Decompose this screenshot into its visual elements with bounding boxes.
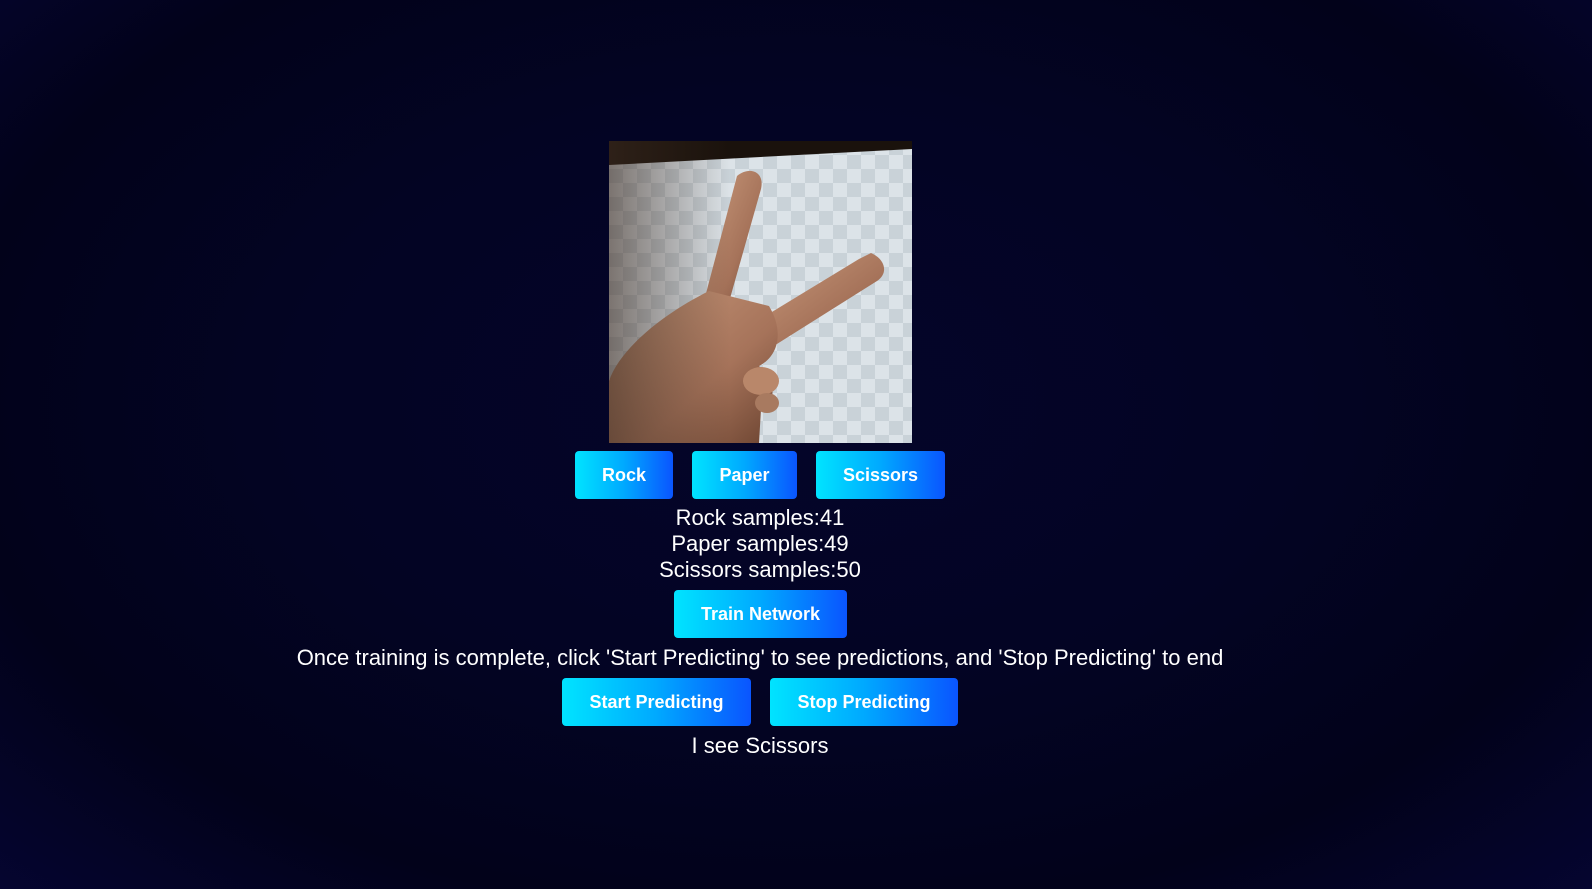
app-container: Rock Paper Scissors Rock samples:41 Pape…	[0, 0, 1520, 889]
scissors-samples-count: Scissors samples:50	[659, 557, 861, 582]
instructions-text: Once training is complete, click 'Start …	[296, 645, 1224, 670]
webcam-feed	[609, 141, 912, 443]
rock-button[interactable]: Rock	[575, 451, 673, 499]
rock-samples-count: Rock samples:41	[675, 505, 845, 530]
paper-samples-count: Paper samples:49	[671, 531, 849, 556]
scissors-button[interactable]: Scissors	[816, 451, 945, 499]
webcam-image	[609, 141, 912, 443]
start-predicting-button[interactable]: Start Predicting	[562, 678, 751, 726]
train-network-button[interactable]: Train Network	[674, 590, 847, 638]
prediction-result: I see Scissors	[691, 733, 829, 758]
stop-predicting-button[interactable]: Stop Predicting	[770, 678, 958, 726]
paper-button[interactable]: Paper	[692, 451, 797, 499]
